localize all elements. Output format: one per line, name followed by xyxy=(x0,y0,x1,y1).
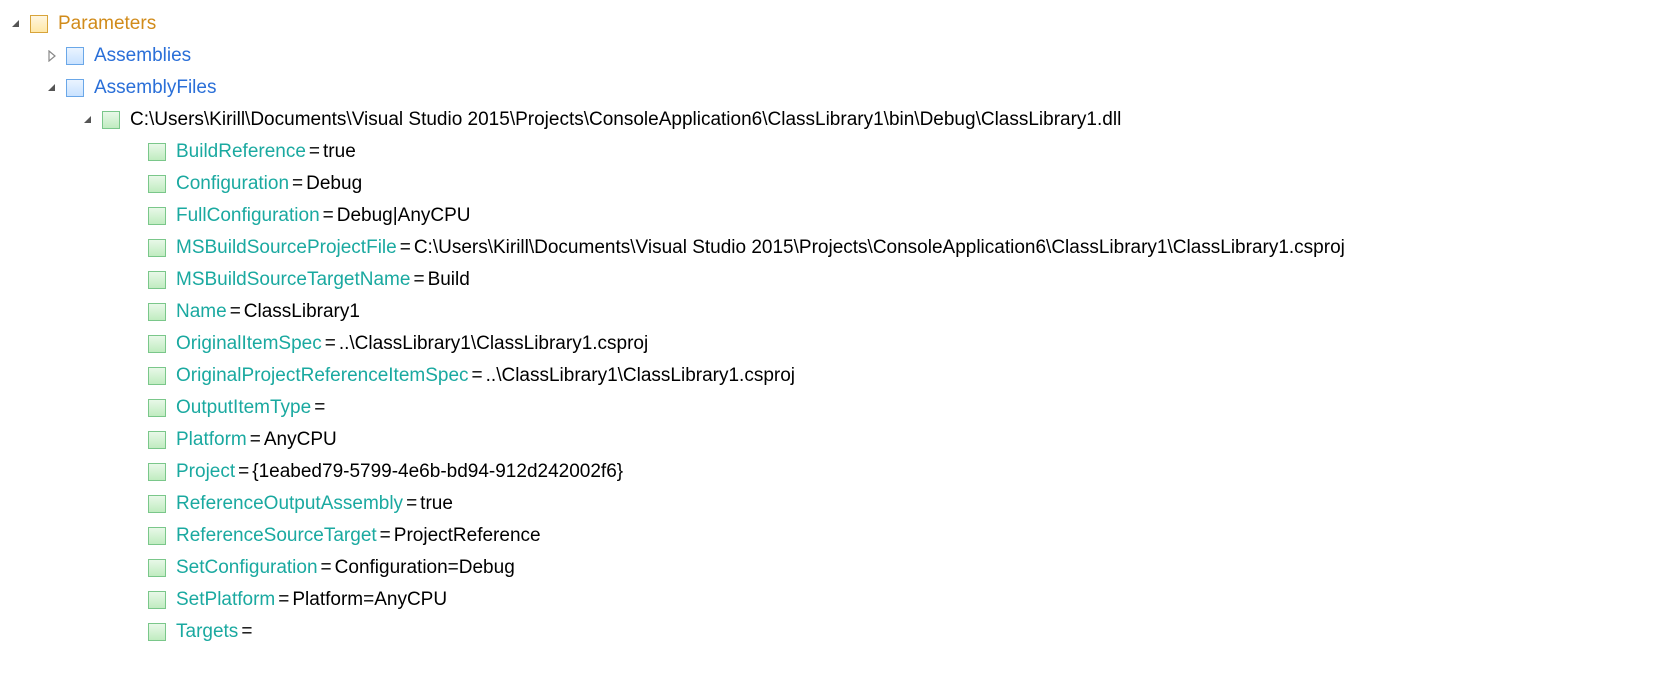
property-key: Platform xyxy=(176,424,247,456)
node-file[interactable]: C:\Users\Kirill\Documents\Visual Studio … xyxy=(8,104,1663,136)
node-label: C:\Users\Kirill\Documents\Visual Studio … xyxy=(130,104,1121,136)
property-key: Name xyxy=(176,296,227,328)
property-icon xyxy=(148,495,166,513)
property-key: ReferenceSourceTarget xyxy=(176,520,377,552)
property-key: FullConfiguration xyxy=(176,200,320,232)
property-value: Build xyxy=(428,264,470,296)
property-row[interactable]: OriginalProjectReferenceItemSpec= ..\Cla… xyxy=(8,360,1663,392)
equals-sign: = xyxy=(238,456,249,488)
property-value: Platform=AnyCPU xyxy=(292,584,447,616)
chevron-down-icon[interactable] xyxy=(8,16,24,32)
property-row[interactable]: OriginalItemSpec= ..\ClassLibrary1\Class… xyxy=(8,328,1663,360)
node-parameters[interactable]: Parameters xyxy=(8,8,1663,40)
property-key: SetConfiguration xyxy=(176,552,318,584)
property-value: true xyxy=(420,488,453,520)
node-assemblies[interactable]: Assemblies xyxy=(8,40,1663,72)
property-value: ProjectReference xyxy=(394,520,541,552)
property-key: SetPlatform xyxy=(176,584,275,616)
property-icon xyxy=(148,623,166,641)
property-key: OriginalItemSpec xyxy=(176,328,322,360)
property-value: AnyCPU xyxy=(264,424,337,456)
property-key: BuildReference xyxy=(176,136,306,168)
property-icon xyxy=(148,175,166,193)
equals-sign: = xyxy=(309,136,320,168)
property-icon xyxy=(148,559,166,577)
property-key: Project xyxy=(176,456,235,488)
property-value: Debug|AnyCPU xyxy=(337,200,471,232)
property-row[interactable]: SetPlatform= Platform=AnyCPU xyxy=(8,584,1663,616)
property-value: true xyxy=(323,136,356,168)
equals-sign: = xyxy=(323,200,334,232)
property-key: MSBuildSourceTargetName xyxy=(176,264,410,296)
property-row[interactable]: Configuration= Debug xyxy=(8,168,1663,200)
equals-sign: = xyxy=(325,328,336,360)
property-key: Targets xyxy=(176,616,238,648)
property-icon xyxy=(148,271,166,289)
property-row[interactable]: ReferenceSourceTarget= ProjectReference xyxy=(8,520,1663,552)
node-label: Assemblies xyxy=(94,40,191,72)
property-value: ..\ClassLibrary1\ClassLibrary1.csproj xyxy=(486,360,795,392)
property-key: MSBuildSourceProjectFile xyxy=(176,232,397,264)
property-icon xyxy=(148,367,166,385)
equals-sign: = xyxy=(406,488,417,520)
property-icon xyxy=(148,463,166,481)
property-row[interactable]: OutputItemType= xyxy=(8,392,1663,424)
property-icon xyxy=(148,527,166,545)
property-row[interactable]: FullConfiguration= Debug|AnyCPU xyxy=(8,200,1663,232)
property-icon xyxy=(148,431,166,449)
property-row[interactable]: ReferenceOutputAssembly= true xyxy=(8,488,1663,520)
property-icon xyxy=(148,239,166,257)
property-row[interactable]: Platform= AnyCPU xyxy=(8,424,1663,456)
property-icon xyxy=(148,399,166,417)
node-assemblyfiles[interactable]: AssemblyFiles xyxy=(8,72,1663,104)
property-value: {1eabed79-5799-4e6b-bd94-912d242002f6} xyxy=(252,456,623,488)
parameter-icon xyxy=(66,79,84,97)
property-row[interactable]: Targets= xyxy=(8,616,1663,648)
property-value: Debug xyxy=(306,168,362,200)
property-value: ..\ClassLibrary1\ClassLibrary1.csproj xyxy=(339,328,648,360)
property-icon xyxy=(148,591,166,609)
equals-sign: = xyxy=(472,360,483,392)
equals-sign: = xyxy=(230,296,241,328)
folder-icon xyxy=(30,15,48,33)
property-icon xyxy=(148,207,166,225)
property-value: C:\Users\Kirill\Documents\Visual Studio … xyxy=(414,232,1345,264)
property-icon xyxy=(148,143,166,161)
property-key: OutputItemType xyxy=(176,392,311,424)
parameter-icon xyxy=(66,47,84,65)
equals-sign: = xyxy=(380,520,391,552)
property-value: ClassLibrary1 xyxy=(244,296,360,328)
equals-sign: = xyxy=(250,424,261,456)
chevron-down-icon[interactable] xyxy=(44,80,60,96)
property-key: Configuration xyxy=(176,168,289,200)
equals-sign: = xyxy=(413,264,424,296)
property-icon xyxy=(148,303,166,321)
property-icon xyxy=(148,335,166,353)
property-row[interactable]: Project= {1eabed79-5799-4e6b-bd94-912d24… xyxy=(8,456,1663,488)
property-row[interactable]: SetConfiguration= Configuration=Debug xyxy=(8,552,1663,584)
equals-sign: = xyxy=(292,168,303,200)
property-row[interactable]: MSBuildSourceProjectFile= C:\Users\Kiril… xyxy=(8,232,1663,264)
equals-sign: = xyxy=(321,552,332,584)
node-label: Parameters xyxy=(58,8,156,40)
property-key: ReferenceOutputAssembly xyxy=(176,488,403,520)
property-row[interactable]: Name= ClassLibrary1 xyxy=(8,296,1663,328)
chevron-down-icon[interactable] xyxy=(80,112,96,128)
property-row[interactable]: MSBuildSourceTargetName= Build xyxy=(8,264,1663,296)
node-label: AssemblyFiles xyxy=(94,72,216,104)
item-icon xyxy=(102,111,120,129)
equals-sign: = xyxy=(278,584,289,616)
property-row[interactable]: BuildReference= true xyxy=(8,136,1663,168)
equals-sign: = xyxy=(314,392,325,424)
equals-sign: = xyxy=(241,616,252,648)
property-value: Configuration=Debug xyxy=(335,552,515,584)
tree-view: ParametersAssembliesAssemblyFilesC:\User… xyxy=(8,8,1663,648)
equals-sign: = xyxy=(400,232,411,264)
chevron-right-icon[interactable] xyxy=(44,48,60,64)
property-key: OriginalProjectReferenceItemSpec xyxy=(176,360,469,392)
